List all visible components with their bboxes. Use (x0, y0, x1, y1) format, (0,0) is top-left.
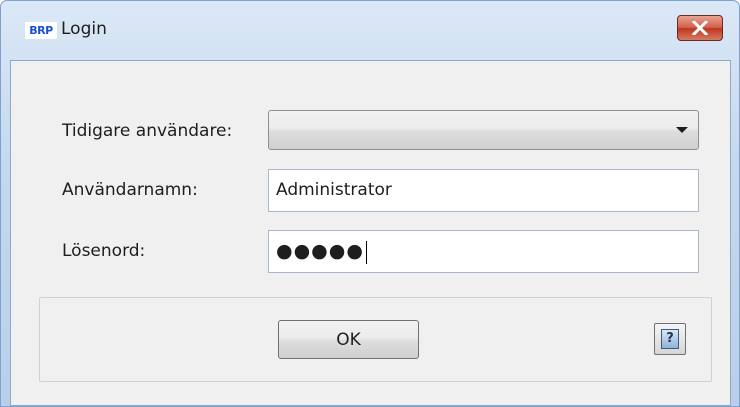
help-icon: ? (661, 329, 679, 349)
username-value: Administrator (276, 180, 392, 200)
button-group: OK ? (39, 297, 712, 382)
password-masked-value: ●●●●● (276, 240, 364, 262)
username-label: Användarnamn: (62, 180, 198, 200)
window-title: Login (61, 19, 107, 39)
ok-button[interactable]: OK (278, 320, 419, 359)
close-icon (692, 21, 708, 35)
title-bar[interactable]: BRP Login (1, 1, 739, 59)
close-button[interactable] (677, 15, 723, 41)
text-caret (365, 240, 367, 264)
previous-user-dropdown[interactable] (268, 110, 699, 150)
help-button[interactable]: ? (654, 323, 686, 355)
username-field[interactable]: Administrator (268, 169, 699, 212)
password-label: Lösenord: (62, 241, 146, 261)
password-field[interactable]: ●●●●● (268, 230, 699, 273)
login-dialog: BRP Login Tidigare användare: Användarna… (0, 0, 740, 407)
previous-user-label: Tidigare användare: (62, 121, 233, 141)
dialog-body: Tidigare användare: Användarnamn: Admini… (10, 60, 731, 406)
brp-logo-icon: BRP (25, 22, 57, 39)
chevron-down-icon (676, 127, 688, 133)
